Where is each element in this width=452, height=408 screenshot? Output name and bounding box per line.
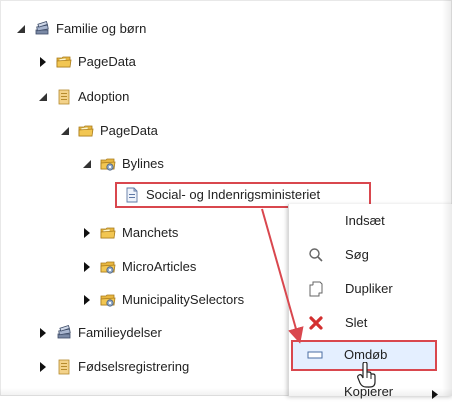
gear-folder-icon [100,292,116,308]
tree-item-municipalityselectors[interactable]: MunicipalitySelectors [80,289,244,311]
page-icon [56,89,72,105]
search-icon [307,246,325,264]
tree-item-label: PageData [100,123,158,138]
menu-item-label: Dupliker [345,281,393,296]
tree-item-label: Adoption [78,89,130,104]
expanded-arrow-icon[interactable] [80,157,94,171]
menu-item-label: Søg [345,247,369,262]
tree-item-label: PageData [78,54,136,69]
frame-shadow-bottom [0,388,452,396]
expanded-arrow-icon[interactable] [36,90,50,104]
screenshot-frame: Familie og børn PageData Adoption PageDa… [0,0,452,399]
menu-item-indsaet[interactable]: Indsæt [289,204,452,238]
menu-item-label: Slet [345,315,368,330]
menu-item-label: Omdøb [344,347,388,362]
tree-item-label: Fødselsregistrering [78,359,190,374]
folder-icon [56,54,72,70]
book-stack-icon [34,21,50,37]
expanded-arrow-icon[interactable] [58,124,72,138]
rename-icon [306,346,324,364]
document-icon [124,187,140,203]
gear-folder-icon [100,156,116,172]
tree-item-pagedata-expanded[interactable]: PageData [58,120,158,142]
delete-icon [307,314,325,332]
tree-item-foedselsregistrering[interactable]: Fødselsregistrering [36,356,189,378]
expanded-arrow-icon[interactable] [14,22,28,36]
frame-shadow-right [442,0,452,396]
tree-item-microarticles[interactable]: MicroArticles [80,256,196,278]
menu-item-soeg[interactable]: Søg [289,238,452,272]
collapsed-arrow-icon[interactable] [36,326,50,340]
collapsed-arrow-icon[interactable] [80,226,94,240]
tree-item-label: Familie og børn [56,21,147,36]
menu-item-slet[interactable]: Slet [289,306,452,340]
tree-item-label: Bylines [122,156,164,171]
collapsed-arrow-icon[interactable] [36,360,50,374]
collapsed-arrow-icon[interactable] [80,260,94,274]
tree-item-manchets[interactable]: Manchets [80,222,178,244]
tree-item-label: Social- og Indenrigsministeriet [146,187,321,202]
tree-item-label: Manchets [122,225,179,240]
folder-icon [100,225,116,241]
tree-item-label: Familieydelser [78,325,162,340]
tree-item-social-og-indenrigsministeriet[interactable]: Social- og Indenrigsministeriet [124,184,320,206]
collapsed-arrow-icon[interactable] [80,293,94,307]
book-stack-icon [56,325,72,341]
menu-item-dupliker[interactable]: Dupliker [289,272,452,306]
collapsed-arrow-icon[interactable] [36,55,50,69]
folder-icon [78,123,94,139]
menu-item-label: Indsæt [345,213,385,228]
tree-item-pagedata[interactable]: PageData [36,51,136,73]
paste-icon [307,212,325,230]
page-icon [56,359,72,375]
gear-folder-icon [100,259,116,275]
tree-item-adoption[interactable]: Adoption [36,86,129,108]
tree-item-bylines[interactable]: Bylines [80,153,164,175]
duplicate-icon [307,280,325,298]
tree-item-label: MicroArticles [122,259,197,274]
tree-item-label: MunicipalitySelectors [122,292,245,307]
tree-item-familie-og-boern[interactable]: Familie og børn [14,18,146,40]
tree-item-familieydelser[interactable]: Familieydelser [36,322,162,344]
